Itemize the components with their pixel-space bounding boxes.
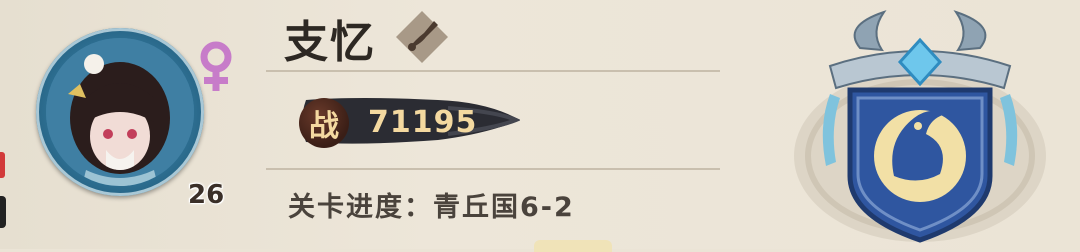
avatar-portrait <box>46 38 194 186</box>
divider <box>266 70 720 72</box>
tab-edge[interactable] <box>534 240 612 252</box>
edge-handle <box>0 196 6 228</box>
character-name: 支忆 <box>284 17 376 68</box>
avatar[interactable]: 26 <box>36 28 232 210</box>
level-label: 26 <box>188 180 225 210</box>
edge-indicator <box>0 152 5 178</box>
power-value: 71195 <box>368 105 478 140</box>
brush-icon <box>394 9 450 65</box>
power-badge-icon: 战 <box>299 98 349 148</box>
stage-progress-text: 关卡进度：青丘国6-2 <box>288 192 575 223</box>
divider <box>266 168 720 170</box>
fish-shield-emblem-icon[interactable] <box>790 6 1050 246</box>
female-icon <box>196 40 236 96</box>
